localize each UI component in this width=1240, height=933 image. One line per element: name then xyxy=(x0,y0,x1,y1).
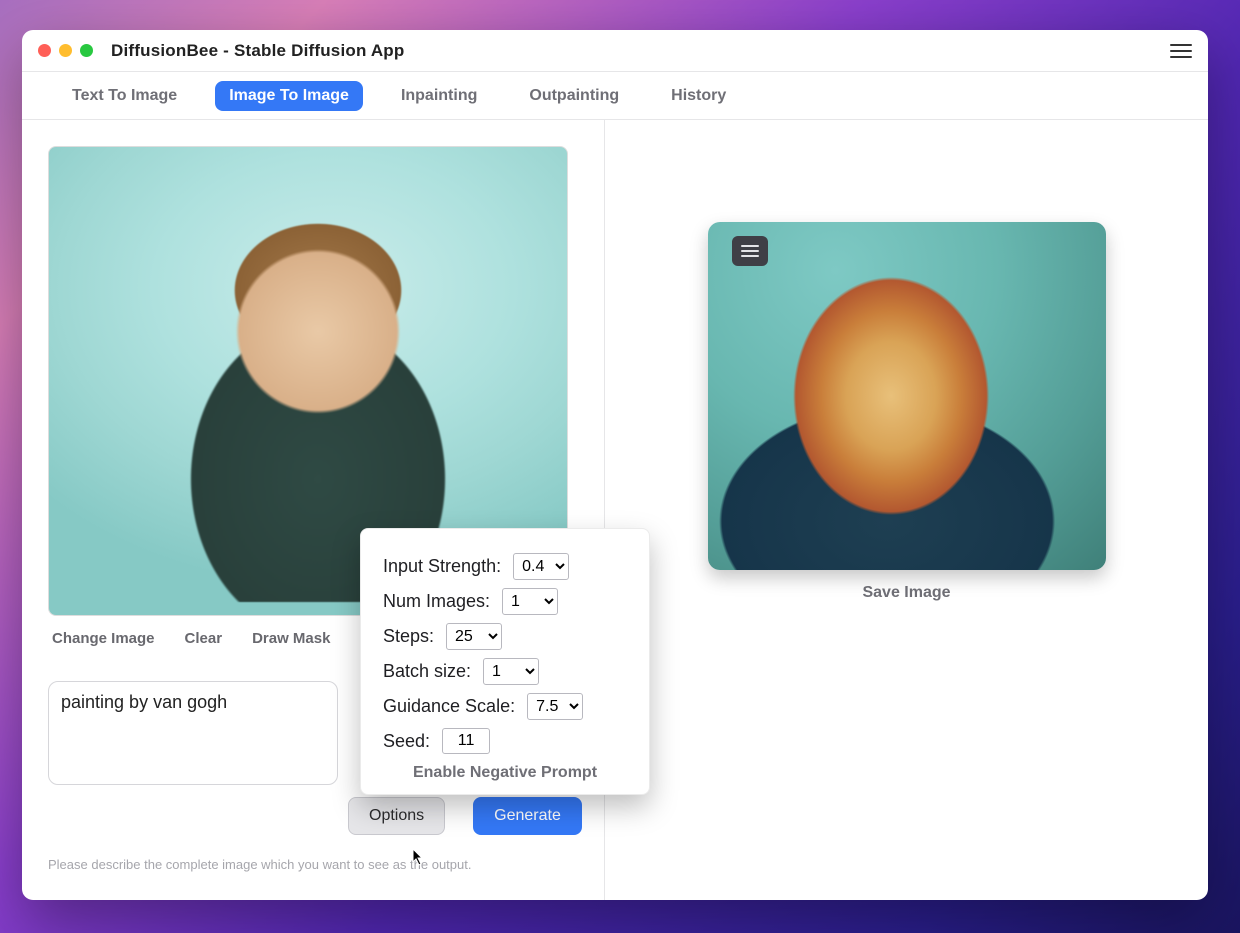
seed-input[interactable] xyxy=(442,728,490,754)
titlebar: DiffusionBee - Stable Diffusion App xyxy=(22,30,1208,72)
enable-negative-prompt-button[interactable]: Enable Negative Prompt xyxy=(383,764,627,782)
prompt-input[interactable]: painting by van gogh xyxy=(48,681,338,785)
app-title: DiffusionBee - Stable Diffusion App xyxy=(111,41,404,61)
tab-history[interactable]: History xyxy=(657,81,740,111)
tab-image-to-image[interactable]: Image To Image xyxy=(215,81,363,111)
draw-mask-button[interactable]: Draw Mask xyxy=(252,630,330,647)
generate-button[interactable]: Generate xyxy=(473,797,582,835)
options-button[interactable]: Options xyxy=(348,797,445,835)
guidance-scale-label: Guidance Scale: xyxy=(383,696,515,717)
steps-label: Steps: xyxy=(383,626,434,647)
options-popover: Input Strength: 0.4 Num Images: 1 Steps:… xyxy=(360,528,650,795)
app-window: DiffusionBee - Stable Diffusion App Text… xyxy=(22,30,1208,900)
clear-image-button[interactable]: Clear xyxy=(185,630,223,647)
input-strength-select[interactable]: 0.4 xyxy=(513,553,569,580)
tab-outpainting[interactable]: Outpainting xyxy=(515,81,633,111)
window-controls xyxy=(38,44,93,57)
maximize-window-button[interactable] xyxy=(80,44,93,57)
tab-inpainting[interactable]: Inpainting xyxy=(387,81,491,111)
tabbar: Text To Image Image To Image Inpainting … xyxy=(22,72,1208,120)
save-image-button[interactable]: Save Image xyxy=(862,584,950,602)
steps-select[interactable]: 25 xyxy=(446,623,502,650)
batch-size-select[interactable]: 1 xyxy=(483,658,539,685)
input-strength-label: Input Strength: xyxy=(383,556,501,577)
prompt-hint: Please describe the complete image which… xyxy=(48,857,578,872)
num-images-label: Num Images: xyxy=(383,591,490,612)
seed-label: Seed: xyxy=(383,731,430,752)
tab-text-to-image[interactable]: Text To Image xyxy=(58,81,191,111)
action-button-row: Options Generate xyxy=(348,797,578,835)
num-images-select[interactable]: 1 xyxy=(502,588,558,615)
batch-size-label: Batch size: xyxy=(383,661,471,682)
close-window-button[interactable] xyxy=(38,44,51,57)
guidance-scale-select[interactable]: 7.5 xyxy=(527,693,583,720)
right-pane: Save Image xyxy=(605,120,1208,900)
app-menu-icon[interactable] xyxy=(1170,44,1192,58)
minimize-window-button[interactable] xyxy=(59,44,72,57)
output-image[interactable] xyxy=(708,222,1106,570)
output-image-menu-icon[interactable] xyxy=(732,236,768,266)
change-image-button[interactable]: Change Image xyxy=(52,630,155,647)
